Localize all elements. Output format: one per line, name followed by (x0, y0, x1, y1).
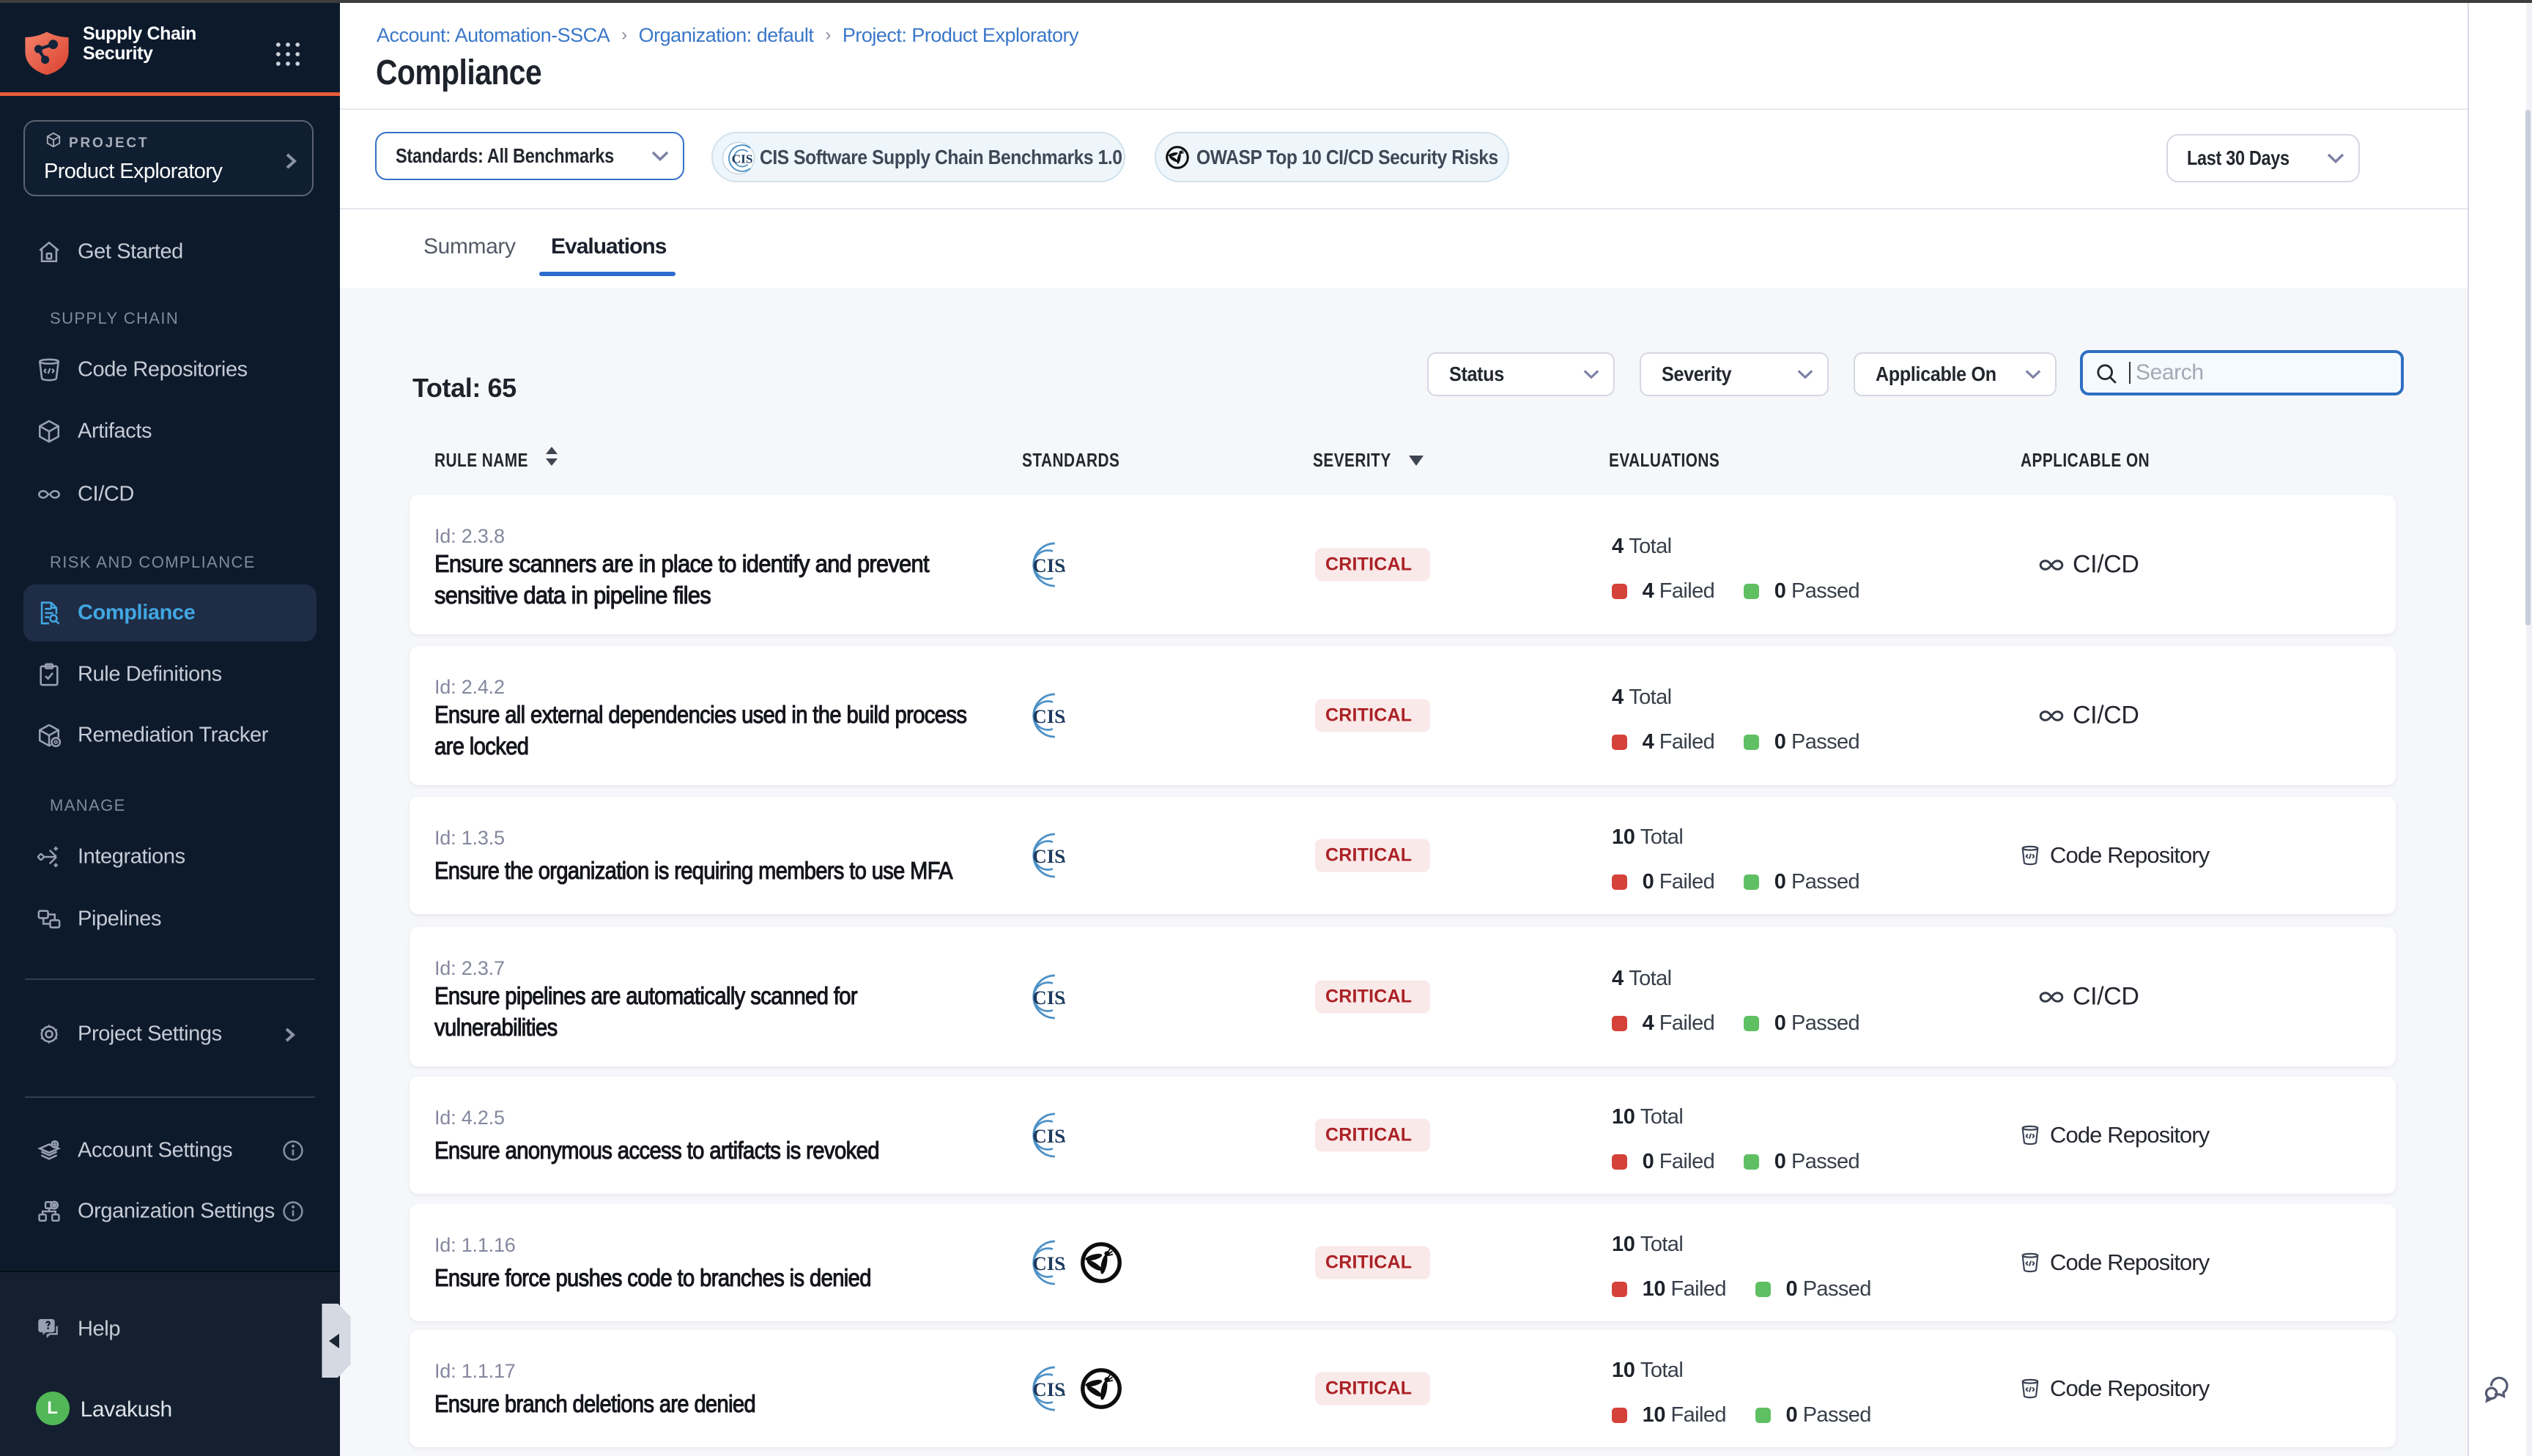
svg-text:CIS: CIS (1032, 705, 1065, 727)
svg-text:CIS: CIS (1032, 845, 1065, 867)
svg-text:CIS: CIS (1032, 554, 1065, 576)
svg-text:CIS: CIS (1032, 1378, 1065, 1400)
svg-text:CIS: CIS (1032, 1252, 1065, 1274)
svg-text:CIS: CIS (732, 152, 753, 166)
svg-text:CIS: CIS (1032, 987, 1065, 1009)
svg-text:CIS: CIS (1032, 1125, 1065, 1147)
